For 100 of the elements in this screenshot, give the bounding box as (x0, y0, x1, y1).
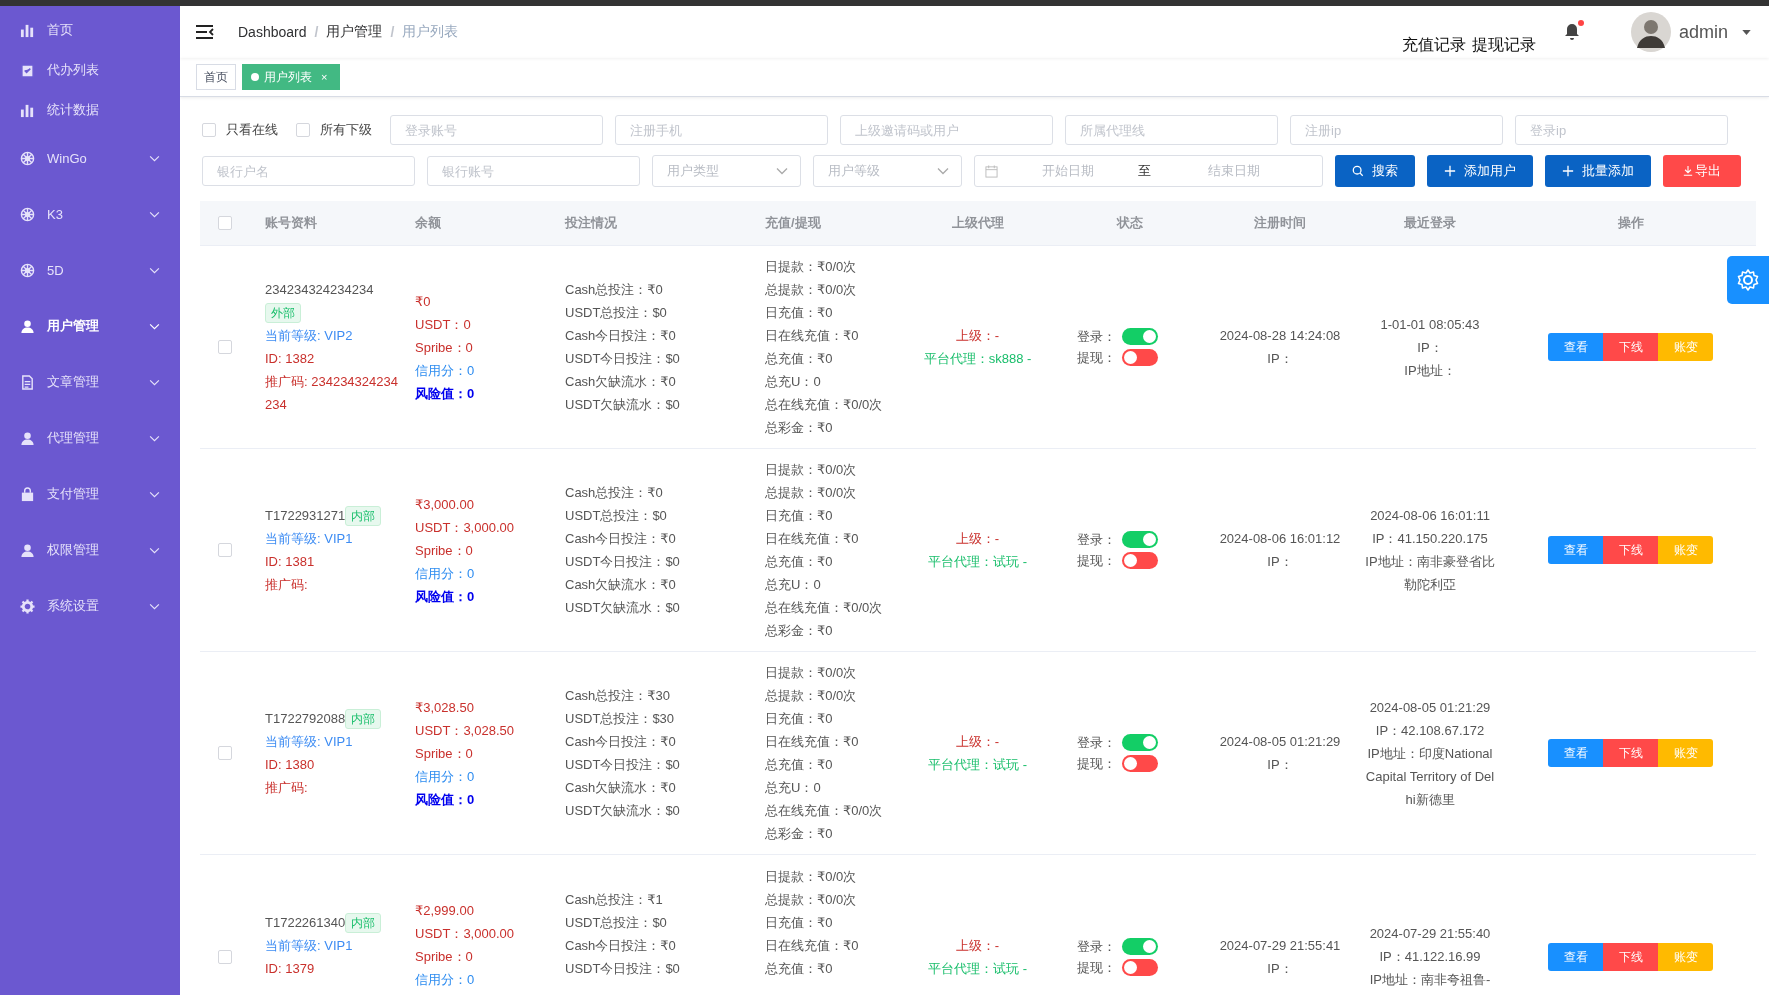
caret-icon[interactable] (1742, 29, 1751, 35)
row-checkbox[interactable] (218, 543, 232, 557)
chevron-down-icon (937, 167, 949, 175)
toggle-switch[interactable] (1122, 349, 1158, 366)
balance-line: ₹3,000.00 (415, 495, 475, 514)
offline-button[interactable]: 下线 (1603, 333, 1658, 361)
bell-icon[interactable] (1563, 23, 1580, 41)
balance-line: Spribe：0 (415, 948, 474, 966)
checkbox[interactable]: 所有下级 (296, 121, 372, 139)
user-name[interactable]: admin (1678, 21, 1728, 43)
user-id: ID: 1381 (265, 553, 316, 571)
column-header: 注册时间 (1253, 214, 1307, 232)
sidebar-item[interactable]: K3 (0, 186, 180, 242)
sidebar-item[interactable]: WinGo (0, 130, 180, 186)
sidebar-item[interactable]: 统计数据 (0, 90, 180, 130)
export-button[interactable]: 导出 (1663, 155, 1741, 187)
select-all-checkbox[interactable] (218, 216, 232, 230)
sidebar-item[interactable]: 5D (0, 242, 180, 298)
input-field[interactable]: 银行账号 (427, 156, 640, 186)
input-field[interactable]: 注册ip (1290, 115, 1503, 145)
toggle-switch[interactable] (1122, 328, 1158, 345)
row-checkbox[interactable] (218, 950, 232, 964)
input-field[interactable]: 登录账号 (390, 115, 603, 145)
column-header: 上级代理 (950, 214, 1005, 232)
tab[interactable]: 用户列表 × (242, 64, 341, 90)
bet-stat: Cash今日投注：₹0 (565, 733, 677, 751)
column-header: 投注情况 (563, 214, 618, 232)
input-field[interactable]: 上级邀请码或用户 (840, 115, 1053, 145)
toggle-switch[interactable] (1122, 959, 1158, 976)
search-button[interactable]: 搜索 (1335, 155, 1415, 187)
menu-icon[interactable] (196, 25, 214, 39)
last-login-info: IP：42.108.67.172 (1374, 721, 1486, 740)
fund-stat: 总提款：₹0/0次 (765, 281, 858, 299)
last-login-info: 2024-07-29 21:55:40 (1368, 925, 1492, 943)
sidebar-item[interactable]: 文章管理 (0, 354, 180, 410)
sidebar-item[interactable]: 首页 (0, 10, 180, 50)
balance-line: USDT：3,000.00 (415, 518, 515, 537)
breadcrumb-item[interactable]: Dashboard (238, 24, 307, 40)
download-icon (1683, 166, 1693, 176)
header-link[interactable]: 充值记录 (1401, 34, 1466, 56)
view-button[interactable]: 查看 (1548, 943, 1603, 971)
balance-line: ₹2,999.00 (415, 902, 475, 920)
view-button[interactable]: 查看 (1548, 536, 1603, 564)
calendar-icon (985, 164, 998, 178)
balance-line: ₹0 (415, 292, 432, 311)
add-button[interactable]: 添加用户 (1427, 155, 1533, 187)
bet-stat: USDT今日投注：$0 (565, 960, 681, 978)
settings-button[interactable] (1727, 256, 1769, 304)
fund-stat: 总提款：₹0/0次 (765, 687, 858, 705)
checkbox[interactable]: 只看在线 (202, 121, 278, 139)
settings-icon (1736, 268, 1760, 292)
breadcrumb-item[interactable]: 用户管理 (326, 23, 383, 41)
column-header: 状态 (1115, 214, 1144, 232)
fund-stat: 日提款：₹0/0次 (765, 664, 858, 682)
input-field[interactable]: 注册手机 (615, 115, 828, 145)
sidebar-item[interactable]: 支付管理 (0, 466, 180, 522)
toggle-switch[interactable] (1122, 938, 1158, 955)
offline-button[interactable]: 下线 (1603, 943, 1658, 971)
avatar[interactable] (1630, 12, 1671, 52)
bet-stat: USDT总投注：$0 (565, 914, 668, 932)
register-ip: IP： (1266, 553, 1294, 571)
toggle-switch[interactable] (1122, 552, 1158, 569)
register-ip: IP： (1266, 960, 1294, 978)
date-range-field[interactable]: 开始日期 至 结束日期 (974, 155, 1323, 187)
header-link[interactable]: 提现记录 (1471, 34, 1536, 56)
toggle-switch[interactable] (1122, 755, 1158, 772)
toggle-switch[interactable] (1122, 734, 1158, 751)
fund-stat: 总充U：0 (765, 779, 822, 797)
balance-line: 风险值：0 (415, 790, 476, 809)
sidebar-item[interactable]: 代办列表 (0, 50, 180, 90)
toggle-switch[interactable] (1122, 531, 1158, 548)
last-login-info: IP： (1416, 338, 1444, 357)
input-field[interactable]: 银行户名 (202, 156, 415, 186)
promo-code: 推广码: (265, 576, 309, 594)
sidebar-item[interactable]: 用户管理 (0, 298, 180, 354)
input-field[interactable]: 登录ip (1515, 115, 1728, 145)
last-login-info: IP地址：南非豪登省比勒陀利亞 (1365, 553, 1495, 594)
bet-stat: USDT今日投注：$0 (565, 756, 681, 774)
fund-stat: 日在线充值：₹0 (765, 327, 860, 345)
document-icon (20, 374, 35, 390)
sidebar-item[interactable]: 权限管理 (0, 522, 180, 578)
column-header: 充值/提现 (764, 214, 822, 232)
row-checkbox[interactable] (218, 340, 232, 354)
bar-chart-icon (20, 22, 35, 38)
fund-stat: 日提款：₹0/0次 (765, 258, 858, 276)
sidebar-item[interactable]: 系统设置 (0, 578, 180, 634)
offline-button[interactable]: 下线 (1603, 536, 1658, 564)
last-login-info: IP地址：印度National Capital Territory of Delhi新德里 (1365, 744, 1495, 809)
row-checkbox[interactable] (218, 746, 232, 760)
add-button[interactable]: 批量添加 (1545, 155, 1651, 187)
user-id: ID: 1380 (265, 756, 316, 774)
balance-line: 信用分：0 (415, 971, 476, 989)
view-button[interactable]: 查看 (1548, 739, 1603, 767)
view-button[interactable]: 查看 (1548, 333, 1603, 361)
fund-stat: 日充值：₹0 (765, 304, 834, 322)
tab[interactable]: 首页 (196, 64, 236, 90)
sidebar-item[interactable]: 代理管理 (0, 410, 180, 466)
offline-button[interactable]: 下线 (1603, 739, 1658, 767)
bet-stat: USDT今日投注：$0 (565, 553, 681, 571)
column-header: 操作 (1616, 214, 1645, 232)
